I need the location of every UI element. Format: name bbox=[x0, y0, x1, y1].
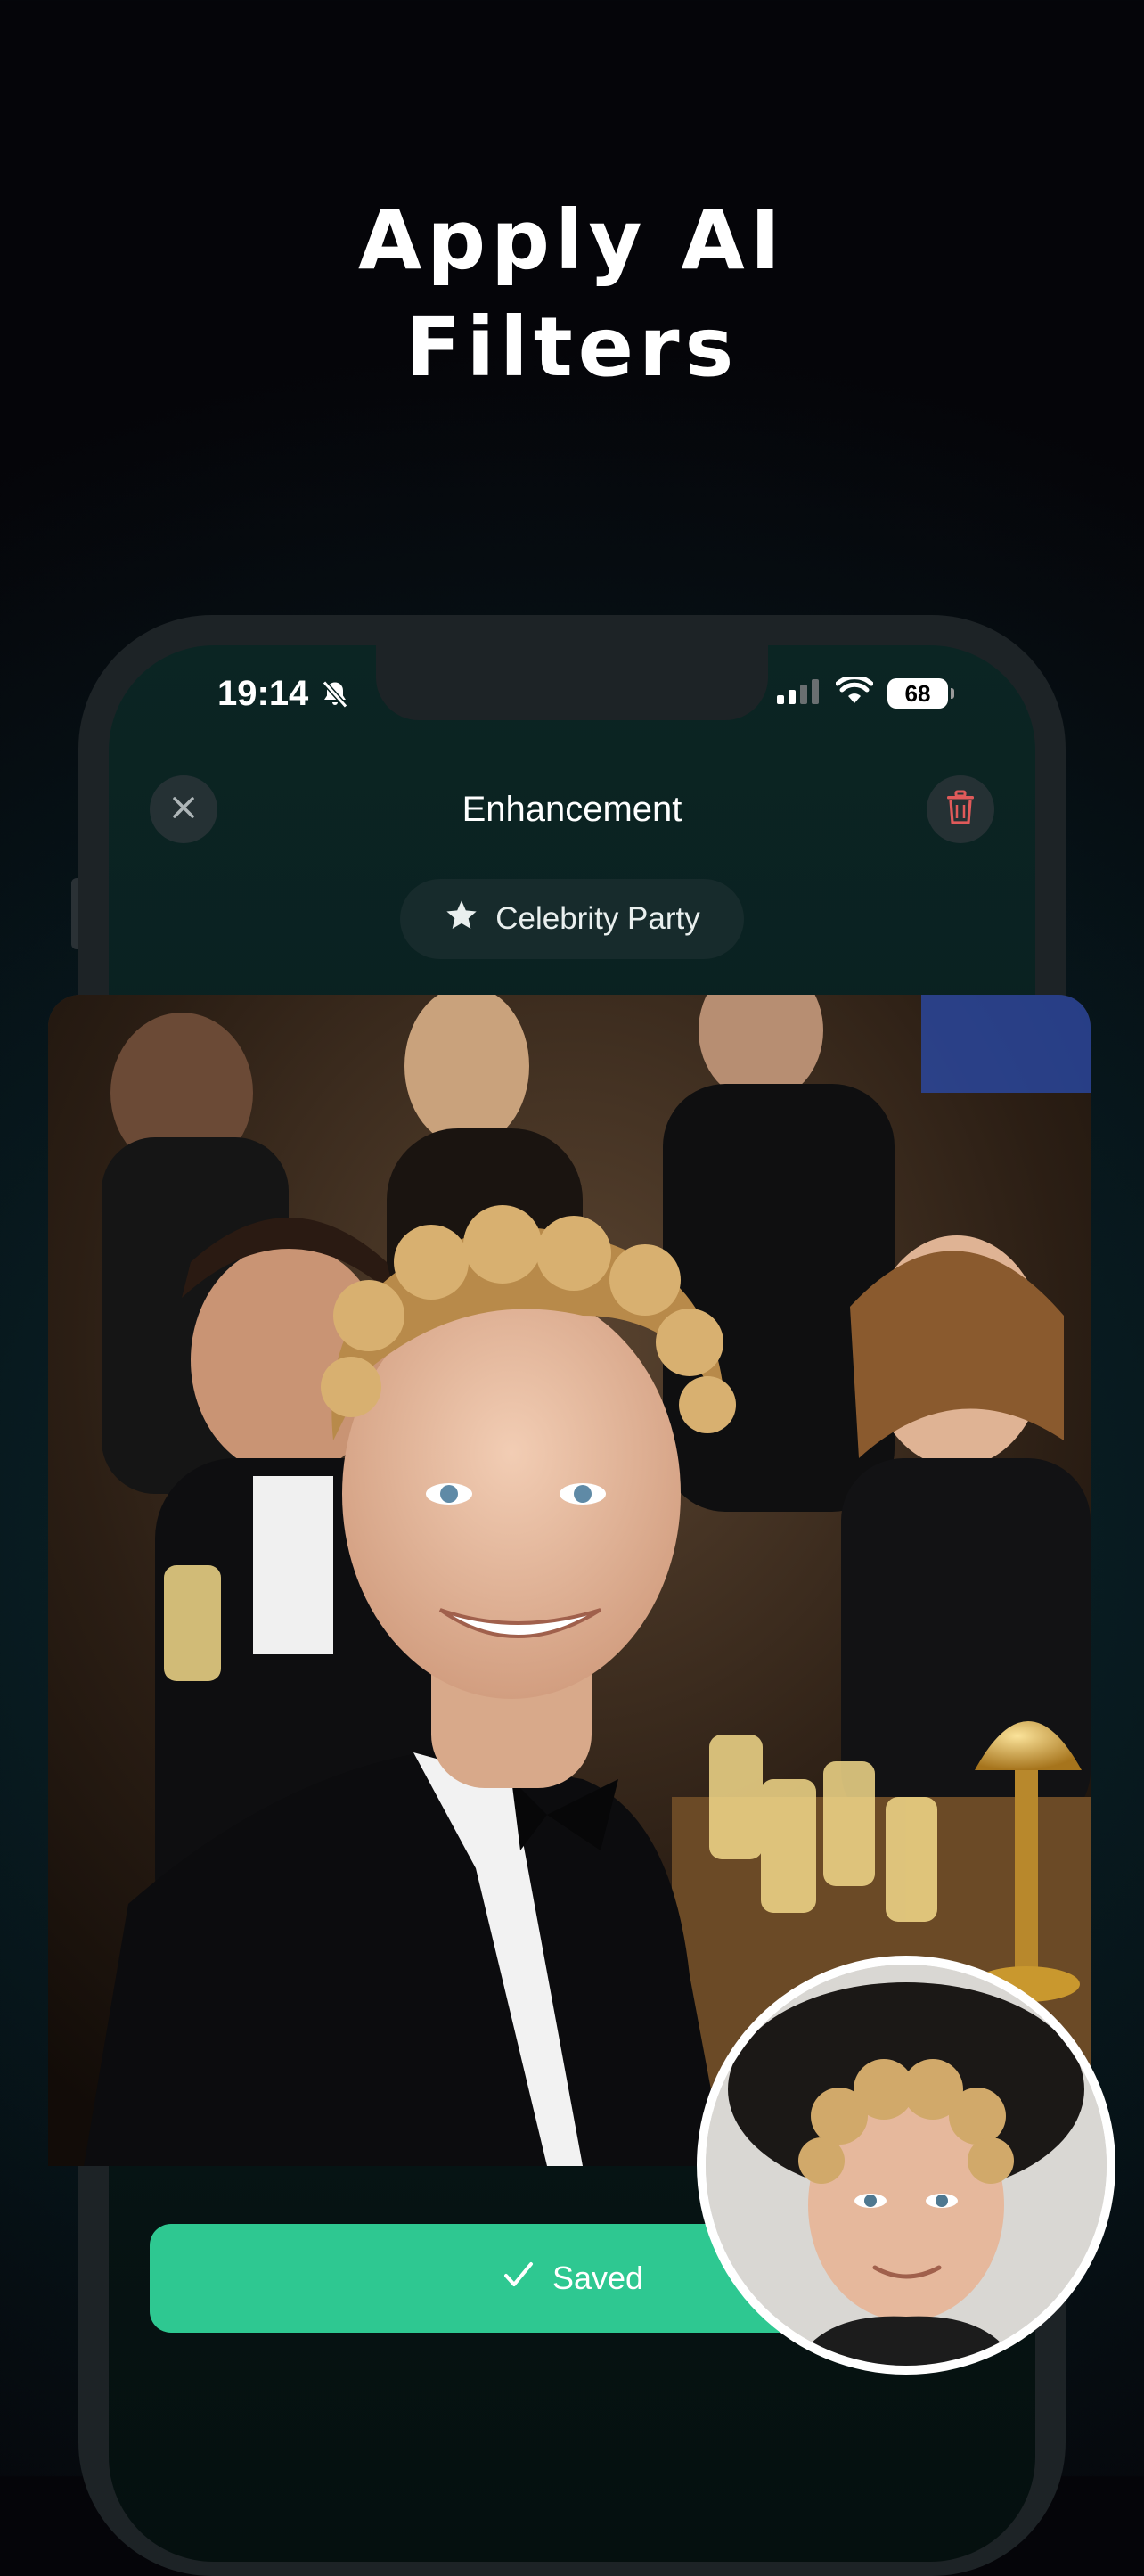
status-time: 19:14 bbox=[217, 674, 309, 713]
original-photo-avatar bbox=[697, 1956, 1115, 2375]
filter-chip-label: Celebrity Party bbox=[495, 901, 700, 936]
cellular-signal-icon bbox=[777, 677, 821, 709]
headline: Apply AI Filters bbox=[0, 187, 1144, 401]
battery-indicator: 68 bbox=[887, 677, 954, 709]
headline-line-2: Filters bbox=[404, 299, 740, 395]
wifi-icon bbox=[835, 675, 874, 710]
status-indicators: 68 bbox=[777, 675, 954, 710]
headline-line-1: Apply AI bbox=[358, 193, 786, 288]
checkmark-icon bbox=[501, 2257, 536, 2301]
star-icon bbox=[444, 898, 479, 941]
phone-notch bbox=[376, 645, 768, 720]
saved-button-label: Saved bbox=[552, 2260, 644, 2296]
original-photo-illustration bbox=[706, 1965, 1107, 2366]
trash-icon bbox=[944, 790, 976, 830]
screen-title: Enhancement bbox=[462, 790, 682, 829]
filter-chip[interactable]: Celebrity Party bbox=[400, 879, 744, 959]
muted-bell-icon bbox=[319, 678, 351, 715]
delete-button[interactable] bbox=[927, 775, 994, 843]
